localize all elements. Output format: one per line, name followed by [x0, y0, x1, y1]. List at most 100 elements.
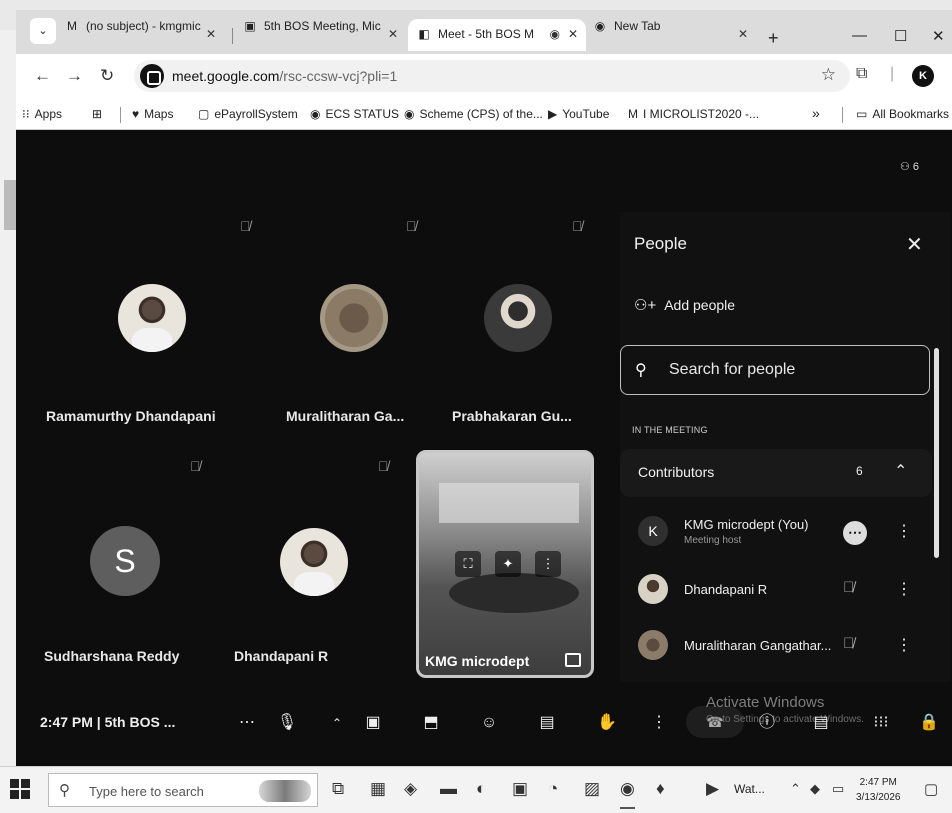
chat-icon[interactable]: ▤	[806, 708, 836, 738]
tab-gmail[interactable]: M (no subject) - kmgmic ✕	[64, 19, 224, 51]
forward-icon[interactable]: →	[66, 66, 83, 86]
emoji-icon[interactable]: ☺	[474, 708, 504, 738]
task-view-icon[interactable]: ⧉	[332, 779, 344, 799]
framing-icon[interactable]: ⛶	[455, 551, 481, 577]
bookmark-star-icon[interactable]: ☆	[821, 65, 836, 85]
activities-icon[interactable]: ⁝⁝⁝	[866, 708, 896, 738]
file-explorer-icon[interactable]: ▬	[440, 779, 457, 799]
bookmarks-overflow-button[interactable]: »	[812, 105, 820, 121]
more-options-icon[interactable]: ⋮	[896, 635, 912, 655]
bookmark-youtube[interactable]: ▶ YouTube	[548, 107, 609, 121]
tab-meet[interactable]: ◧ Meet - 5th BOS M ◉ ✕	[408, 19, 586, 51]
activate-windows-subtitle: Go to Settings to activate Windows.	[706, 714, 864, 725]
more-options-icon[interactable]: ⋮	[896, 579, 912, 599]
calendar-icon: ▣	[244, 19, 256, 33]
notification-icon[interactable]: ▢	[924, 780, 938, 798]
mic-icon[interactable]: 🎙	[272, 708, 302, 738]
chrome-icon[interactable]: ◉	[620, 779, 635, 809]
reload-icon[interactable]: ↻	[100, 66, 114, 86]
chrome-menu-icon[interactable]: ⋮	[946, 64, 952, 84]
bookmark-apps[interactable]: ⁝⁝ Apps	[22, 107, 62, 121]
present-screen-icon[interactable]: ⬒	[416, 708, 446, 738]
more-options-icon[interactable]: ⋮	[535, 551, 561, 577]
site-info-icon[interactable]	[140, 64, 164, 88]
host-controls-lock-icon[interactable]: 🔒	[914, 708, 944, 738]
participant-name: Ramamurthy Dhandapani	[46, 408, 216, 424]
self-video-tile[interactable]: ⛶ ✦ ⋮ KMG microdept	[416, 450, 594, 678]
more-options-icon[interactable]: ⋮	[644, 708, 674, 738]
effects-icon[interactable]: ✦	[495, 551, 521, 577]
person-name: Muralitharan Gangathar...	[684, 638, 832, 653]
taskbar-app-label[interactable]: Wat...	[734, 782, 765, 796]
back-icon[interactable]: ←	[34, 66, 51, 86]
person-avatar: K	[638, 516, 668, 546]
profile-avatar[interactable]: K	[912, 65, 934, 87]
url-text[interactable]: meet.google.com/rsc-ccsw-vcj?pli=1	[172, 68, 397, 84]
new-tab-button[interactable]: +	[768, 28, 779, 49]
app-icon[interactable]: ♦	[656, 779, 665, 799]
network-icon[interactable]: ◆	[810, 781, 820, 797]
window-close-icon[interactable]: ✕	[932, 27, 945, 45]
close-icon[interactable]: ✕	[568, 27, 578, 41]
bookmark-ecs-status[interactable]: ◉ ECS STATUS	[310, 107, 399, 121]
maximize-icon[interactable]: ☐	[894, 27, 907, 45]
edge-icon[interactable]: ◐	[476, 779, 486, 799]
participants-indicator[interactable]: ⚇ 6	[900, 160, 919, 173]
maps-pin-icon: ♥	[132, 107, 140, 121]
bookmark-scheme[interactable]: ◉ Scheme (CPS) of the...	[404, 107, 543, 121]
contributors-group[interactable]: Contributors 6 ⌃	[620, 449, 932, 497]
extensions-icon[interactable]: ⧉	[856, 65, 867, 83]
address-bar[interactable]: meet.google.com/rsc-ccsw-vcj?pli=1 ☆	[134, 60, 850, 92]
system-clock[interactable]: 2:47 PM 3/13/2026	[856, 775, 901, 805]
more-options-icon[interactable]: ⋮	[896, 521, 912, 541]
close-icon[interactable]: ✕	[388, 27, 398, 41]
list-item[interactable]: Dhandapani R 🎙̸ ⋮	[620, 566, 932, 616]
list-item[interactable]: K KMG microdept (You) Meeting host ⋯ ⋮	[620, 508, 932, 558]
tab-new-tab[interactable]: ◉ New Tab ✕	[592, 19, 756, 51]
raise-hand-icon[interactable]: ✋	[592, 708, 622, 738]
display-icon[interactable]: ▭	[832, 781, 844, 797]
windows-start-icon[interactable]	[10, 779, 30, 799]
chevron-up-icon[interactable]: ⌃	[322, 708, 352, 738]
tab-search-button[interactable]: ⌄	[30, 18, 56, 44]
tray-chevron-icon[interactable]: ⌃	[790, 781, 801, 797]
camera-icon[interactable]: ▣	[358, 708, 388, 738]
apps-grid-icon: ⁝⁝	[22, 107, 30, 121]
all-bookmarks-button[interactable]: ▭ All Bookmarks	[856, 107, 949, 121]
app-icon[interactable]: ▨	[584, 779, 600, 799]
meeting-info-icon[interactable]: ⓘ	[752, 708, 782, 738]
app-icon[interactable]: ▦	[370, 779, 386, 799]
app-icon[interactable]: ◔	[548, 779, 558, 799]
minimize-icon[interactable]: —	[852, 27, 867, 44]
bookmark-epayroll[interactable]: ▢ ePayrollSystem	[198, 107, 298, 121]
close-icon[interactable]: ✕	[206, 27, 216, 41]
clock-date: 3/13/2026	[856, 792, 901, 803]
chevron-up-icon[interactable]: ⌃	[894, 461, 907, 481]
meeting-time-title: 2:47 PM | 5th BOS ...	[40, 714, 176, 730]
participant-name: Sudharshana Reddy	[44, 648, 180, 664]
media-icon[interactable]: ▶	[706, 779, 719, 799]
captions-icon[interactable]: ▤	[532, 708, 562, 738]
video-background	[439, 483, 579, 523]
bookmark-maps[interactable]: ♥ Maps	[132, 107, 173, 121]
taskbar-search-input[interactable]: ⚲ Type here to search	[48, 773, 318, 807]
meet-stage: ⚇ 6 🎙̸ Ramamurthy Dhandapani 🎙̸ Muralith…	[16, 130, 952, 766]
bookmark-microlist[interactable]: M I MICROLIST2020 -...	[628, 107, 759, 121]
list-item[interactable]: Muralitharan Gangathar... 🎙̸ ⋮	[620, 622, 932, 672]
gmail-icon: M	[628, 107, 638, 121]
people-search-input[interactable]: ⚲ Search for people	[620, 345, 930, 395]
tab-title: Meet - 5th BOS M	[438, 27, 535, 41]
tab-groups-icon[interactable]: ⊞	[92, 107, 102, 121]
participant-name: Prabhakaran Gu...	[452, 408, 572, 424]
panel-scrollbar[interactable]	[934, 348, 939, 558]
close-icon[interactable]: ✕	[738, 27, 748, 41]
host-controls-icon[interactable]: ⋯	[843, 521, 867, 545]
store-icon[interactable]: ▣	[512, 779, 528, 799]
more-reactions-icon[interactable]: ⋯	[232, 708, 262, 738]
add-people-button[interactable]: ⚇+ Add people	[634, 296, 735, 314]
pip-icon[interactable]	[565, 653, 581, 667]
close-panel-icon[interactable]: ✕	[906, 232, 923, 257]
chrome-icon: ◉	[594, 19, 606, 33]
tab-calendar[interactable]: ▣ 5th BOS Meeting, Mic ✕	[242, 19, 406, 51]
app-icon[interactable]: ◈	[404, 779, 417, 799]
